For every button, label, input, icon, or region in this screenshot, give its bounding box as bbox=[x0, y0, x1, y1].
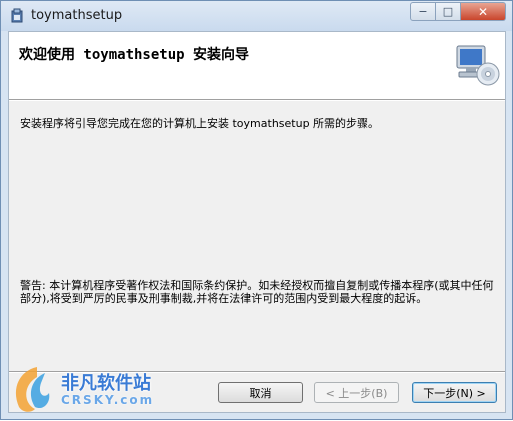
header-divider bbox=[9, 100, 505, 101]
close-icon: ✕ bbox=[477, 4, 489, 19]
title-bar[interactable]: toymathsetup − □ ✕ bbox=[1, 1, 512, 31]
dialog-client-area: 欢迎使用 toymathsetup 安装向导 安装程序将引导您完成在您的计算机上… bbox=[8, 31, 506, 413]
computer-disc-icon bbox=[456, 45, 500, 86]
window-controls: − □ ✕ bbox=[410, 2, 506, 21]
minimize-button[interactable]: − bbox=[410, 2, 436, 21]
maximize-icon: □ bbox=[442, 5, 454, 18]
crsky-logo-icon bbox=[15, 367, 50, 412]
cancel-button[interactable]: 取消 bbox=[218, 382, 303, 403]
wizard-header: 欢迎使用 toymathsetup 安装向导 bbox=[9, 32, 505, 100]
close-button[interactable]: ✕ bbox=[461, 2, 506, 21]
copyright-warning: 警告: 本计算机程序受著作权法和国际条约保护。如未经授权而擅自复制或传播本程序(… bbox=[20, 279, 494, 305]
watermark: 非凡软件站 CRSKY.com bbox=[1, 357, 171, 421]
back-button[interactable]: < 上一步(B) bbox=[314, 382, 399, 403]
intro-description: 安装程序将引导您完成在您的计算机上安装 toymathsetup 所需的步骤。 bbox=[20, 117, 380, 130]
minimize-icon: − bbox=[418, 5, 428, 18]
watermark-text: 非凡软件站 bbox=[61, 373, 151, 394]
maximize-button[interactable]: □ bbox=[436, 2, 461, 21]
wizard-title: 欢迎使用 toymathsetup 安装向导 bbox=[19, 47, 250, 63]
next-button[interactable]: 下一步(N) > bbox=[412, 382, 497, 403]
watermark-subtext: CRSKY.com bbox=[61, 393, 155, 407]
installer-icon bbox=[11, 8, 23, 23]
window-title: toymathsetup bbox=[31, 8, 123, 23]
installer-window: toymathsetup − □ ✕ 欢迎使用 toymathsetup 安装向… bbox=[0, 0, 513, 420]
